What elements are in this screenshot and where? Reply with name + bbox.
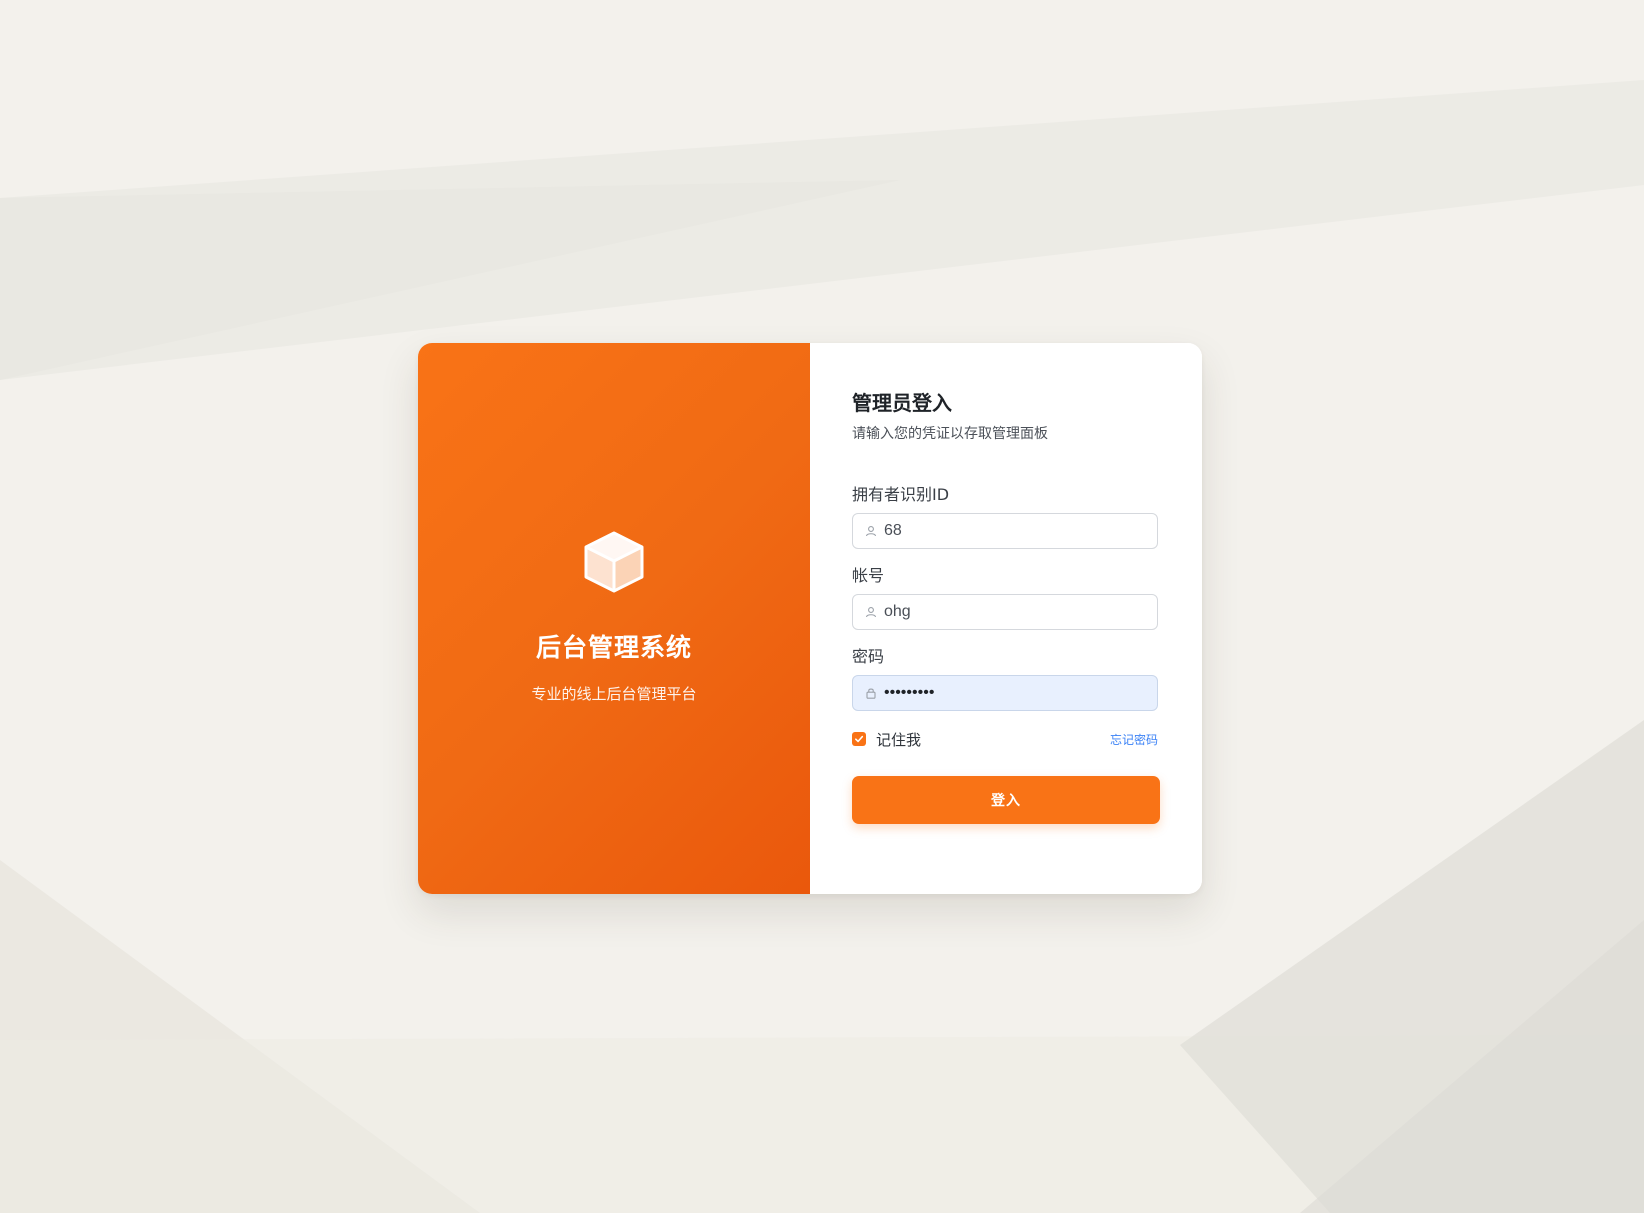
- remember-me-label[interactable]: 记住我: [876, 729, 921, 750]
- brand-panel: 后台管理系统 专业的线上后台管理平台: [418, 343, 810, 894]
- account-label: 帐号: [852, 566, 885, 585]
- user-icon: [864, 524, 878, 538]
- form-subtitle: 请输入您的凭证以存取管理面板: [852, 426, 1048, 442]
- login-form: 管理员登入 请输入您的凭证以存取管理面板 拥有者识别ID 帐号 密码: [810, 343, 1202, 894]
- forgot-password-link[interactable]: 忘记密码: [1110, 731, 1158, 748]
- user-icon: [864, 605, 878, 619]
- remember-me-checkbox[interactable]: [852, 732, 866, 746]
- brand-subtitle: 专业的线上后台管理平台: [531, 685, 697, 703]
- account-input[interactable]: [884, 603, 1144, 621]
- owner-id-input[interactable]: [884, 522, 1144, 540]
- login-card: 后台管理系统 专业的线上后台管理平台 管理员登入 请输入您的凭证以存取管理面板 …: [418, 343, 1202, 894]
- brand-title: 后台管理系统: [535, 633, 692, 662]
- remember-row: 记住我 忘记密码: [852, 729, 1158, 749]
- login-button[interactable]: 登入: [852, 776, 1160, 824]
- account-field[interactable]: [852, 594, 1158, 630]
- owner-id-label: 拥有者识别ID: [852, 485, 950, 504]
- check-icon: [854, 735, 864, 743]
- lock-icon: [864, 686, 878, 700]
- owner-id-field[interactable]: [852, 513, 1158, 549]
- cube-icon: [584, 531, 644, 593]
- password-field[interactable]: [852, 675, 1158, 711]
- password-label: 密码: [852, 647, 885, 666]
- form-title: 管理员登入: [852, 391, 952, 415]
- password-input[interactable]: [884, 684, 1144, 702]
